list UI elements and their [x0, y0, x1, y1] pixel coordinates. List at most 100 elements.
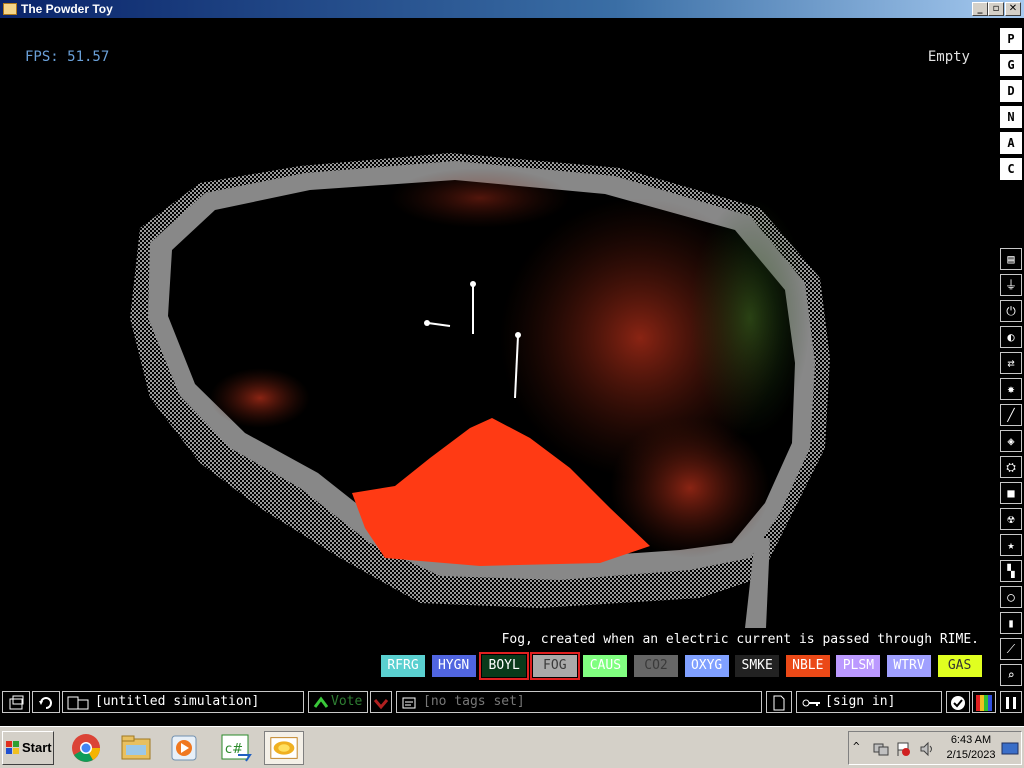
bottom-toolbar: [untitled simulation] Vote [no tags set]… — [0, 690, 1024, 715]
radioactive-category-button[interactable]: ☢ — [1000, 508, 1022, 530]
favorites-icon: ▮ — [1007, 616, 1015, 630]
start-button[interactable]: Start — [2, 731, 54, 765]
chrome-icon[interactable] — [66, 731, 106, 765]
element-tooltip: Fog, created when an electric current is… — [501, 632, 979, 647]
close-button[interactable]: ✕ — [1005, 2, 1021, 16]
element-button-smke[interactable]: SMKE — [735, 655, 780, 677]
powder-toy-taskbar-icon[interactable] — [264, 731, 304, 765]
solids-category-button[interactable]: ■ — [1000, 482, 1022, 504]
liquids-icon: ◈ — [1007, 434, 1015, 448]
powder-toy-app-icon — [3, 3, 17, 15]
decoration-category-button[interactable]: ⟋ — [1000, 638, 1022, 660]
fog-cloud-top — [390, 168, 570, 228]
powered-icon: ⏻ — [1006, 304, 1016, 318]
special-category-button[interactable]: ★ — [1000, 534, 1022, 556]
element-button-caus[interactable]: CAUS — [583, 655, 628, 677]
life-icon: ▚ — [1007, 564, 1015, 578]
life-category-button[interactable]: ▚ — [1000, 560, 1022, 582]
windows-logo-icon — [6, 741, 19, 754]
element-button-fog[interactable]: FOG — [529, 652, 580, 680]
tools-icon: ◯ — [1007, 590, 1015, 604]
simulation-viewport[interactable]: FPS: 51.57 Empty Fog, created when an el… — [0, 18, 1024, 690]
decoration-icon: ⟋ — [1006, 642, 1016, 656]
clear-simulation-button[interactable] — [766, 691, 792, 713]
window-title-bar[interactable]: The Powder Toy _ ▫ ✕ — [0, 0, 1024, 18]
pause-button[interactable] — [1000, 691, 1022, 713]
file-explorer-icon[interactable] — [116, 731, 156, 765]
powders-category-button[interactable]: ╱ — [1000, 404, 1022, 426]
settings-button[interactable] — [946, 691, 970, 713]
clock-time: 6:43 AM — [950, 734, 992, 746]
radioactive-icon: ☢ — [1007, 512, 1015, 526]
new-page-icon — [773, 695, 785, 711]
search-category-button[interactable]: ⌕ — [1000, 664, 1022, 686]
menu-button-n[interactable]: N — [1000, 106, 1022, 128]
element-button-plsm[interactable]: PLSM — [836, 655, 881, 677]
vote-up-button[interactable]: Vote — [308, 691, 368, 713]
element-button-hygn[interactable]: HYGN — [431, 655, 476, 677]
hover-element-label: Empty — [927, 49, 970, 65]
element-button-oxyg[interactable]: OXYG — [684, 655, 729, 677]
simulation-name: [untitled simulation] — [95, 694, 260, 709]
windows-taskbar: Start c# ^ 6:43 AM 2/15/2023 — [0, 726, 1024, 768]
reload-button[interactable] — [32, 691, 60, 713]
element-button-nble[interactable]: NBLE — [785, 655, 830, 677]
system-clock[interactable]: 6:43 AM 2/15/2023 — [936, 733, 1006, 763]
element-button-boyl[interactable]: BOYL — [479, 652, 530, 680]
menu-button-a[interactable]: A — [1000, 132, 1022, 154]
solids-icon: ■ — [1007, 486, 1015, 500]
key-icon — [802, 699, 820, 707]
pause-icon — [1006, 697, 1016, 709]
maximize-button[interactable]: ▫ — [988, 2, 1004, 16]
start-label: Start — [22, 740, 52, 755]
sign-in-button[interactable]: [sign in] — [796, 691, 942, 713]
tag-icon — [402, 697, 416, 709]
powered-category-button[interactable]: ⏻ — [1000, 300, 1022, 322]
sign-in-label: [sign in] — [825, 694, 896, 709]
tags-label: [no tags set] — [423, 694, 525, 709]
gases-category-button[interactable]: ⛭ — [1000, 456, 1022, 478]
tags-button[interactable]: [no tags set] — [396, 691, 762, 713]
liquids-category-button[interactable]: ◈ — [1000, 430, 1022, 452]
tray-expand-icon[interactable]: ^ — [853, 740, 860, 753]
tools-category-button[interactable]: ◯ — [1000, 586, 1022, 608]
fog-cloud-green — [690, 198, 810, 438]
element-button-wtrv[interactable]: WTRV — [887, 655, 931, 677]
vote-down-button[interactable] — [370, 691, 392, 713]
element-button-rfrg[interactable]: RFRG — [381, 655, 425, 677]
search-icon: ⌕ — [1007, 668, 1015, 682]
electronics-category-button[interactable]: ⏚ — [1000, 274, 1022, 296]
fog-cloud-left — [210, 368, 310, 428]
media-player-icon[interactable] — [164, 731, 204, 765]
simulation-canvas[interactable] — [0, 18, 1024, 690]
menu-button-d[interactable]: D — [1000, 80, 1022, 102]
electronics-icon: ⏚ — [1004, 278, 1017, 292]
favorites-category-button[interactable]: ▮ — [1000, 612, 1022, 634]
save-disk-icon — [67, 696, 89, 710]
settings-check-icon — [951, 696, 965, 710]
minimize-button[interactable]: _ — [972, 2, 988, 16]
element-button-gas[interactable]: GAS — [937, 655, 982, 677]
powders-icon: ╱ — [1007, 408, 1015, 422]
menu-button-p[interactable]: P — [1000, 28, 1022, 50]
network-icon[interactable] — [873, 741, 889, 757]
vote-label: Vote — [331, 694, 363, 709]
walls-icon: ▤ — [1007, 252, 1015, 266]
element-button-co2[interactable]: CO2 — [634, 655, 678, 677]
action-center-flag-icon[interactable] — [895, 741, 911, 757]
force-category-button[interactable]: ⇄ — [1000, 352, 1022, 374]
explosives-category-button[interactable]: ✸ — [1000, 378, 1022, 400]
menu-button-c[interactable]: C — [1000, 158, 1022, 180]
thumb-up-icon — [313, 696, 329, 708]
csharp-editor-icon[interactable]: c# — [216, 731, 256, 765]
render-options-button[interactable] — [972, 691, 996, 713]
walls-category-button[interactable]: ▤ — [1000, 248, 1022, 270]
save-simulation-button[interactable]: [untitled simulation] — [62, 691, 304, 713]
menu-button-g[interactable]: G — [1000, 54, 1022, 76]
sensors-category-button[interactable]: ◐ — [1000, 326, 1022, 348]
volume-icon[interactable] — [919, 741, 935, 757]
special-icon: ★ — [1007, 538, 1015, 552]
open-folder-icon — [9, 695, 24, 710]
open-save-button[interactable] — [2, 691, 30, 713]
force-icon: ⇄ — [1007, 356, 1015, 370]
